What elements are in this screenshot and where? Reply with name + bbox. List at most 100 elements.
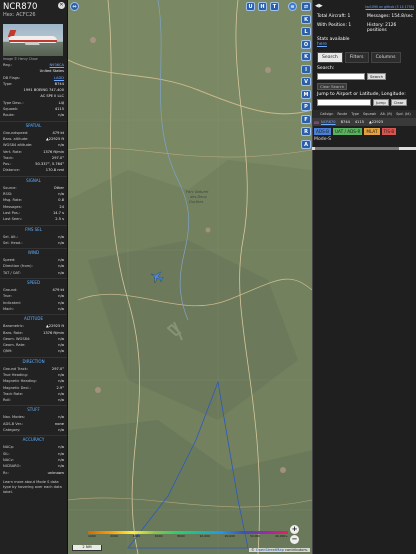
selected-callsign: NCR870 <box>3 2 38 12</box>
altitude-tick: 30,000 <box>249 534 261 538</box>
strip-button-0[interactable]: ⇄ <box>301 2 311 11</box>
section-3-row-2-value: n/a <box>58 270 64 275</box>
panel-toggle-arrows-icon[interactable]: ◀▶ <box>315 3 323 9</box>
legend-badge-3: TIS-B <box>381 128 397 135</box>
stats-link[interactable]: here <box>317 42 415 47</box>
table-row[interactable]: NCR870 B744 4115 ▲22925 <box>312 118 416 126</box>
section-title-signal: SIGNAL <box>0 175 67 185</box>
help-note: Learn more about Mode S data type by hov… <box>3 479 62 494</box>
section-title-speed: SPEED <box>0 278 67 287</box>
row-callsign[interactable]: NCR870 <box>321 118 336 126</box>
close-icon[interactable]: ✕ <box>58 2 65 9</box>
row-squawk: 4115 <box>354 120 365 124</box>
version-link[interactable]: tar1090 on github (3 14 1755) <box>365 5 414 9</box>
table-scrollbar[interactable] <box>312 147 416 150</box>
flag-icon <box>314 120 319 124</box>
section-title-fms-sel: FMS SEL <box>0 224 67 234</box>
altitude-ticks: 1000 2000 4000 6000 8000 10,000 20,000 30,000 40… <box>88 534 288 538</box>
section-0-row-6: Distance: 170.8 nmi <box>0 167 67 173</box>
section-5-row-4-label: QNH: <box>3 349 13 354</box>
aircraft-photo[interactable] <box>3 24 63 56</box>
altitude-tick: 6000 <box>154 534 163 538</box>
altitude-tick: 40,000+ <box>274 534 288 538</box>
section-title-stuff: STUFF <box>0 405 67 414</box>
section-3-row-2: TAT / OAT: n/a <box>0 270 67 276</box>
jump-input[interactable] <box>317 99 371 106</box>
place-label-1: Parc Naturel <box>186 190 209 194</box>
section-8-row-4-value: unknown <box>47 470 64 475</box>
search-button[interactable]: Search <box>367 73 387 80</box>
aircraft-table: Callsign Route Type Squawk Alt. (ft) Spd. (kt… <box>312 110 416 126</box>
strip-button-11[interactable]: A <box>301 139 311 149</box>
legend-badge-2: MLAT <box>364 128 380 135</box>
arrows-icon[interactable]: ⇔ <box>70 2 79 11</box>
zoom-in-button[interactable]: + <box>290 525 299 534</box>
altitude-tick: 4000 <box>132 534 141 538</box>
strip-button-10[interactable]: R <box>301 127 311 136</box>
map-button-h[interactable]: H <box>258 2 267 11</box>
section-0-row-6-label: Distance: <box>3 168 20 173</box>
column-header-3[interactable]: Squawk <box>363 110 376 118</box>
strip-button-7[interactable]: M <box>301 89 311 99</box>
section-7-row-2-label: Category: <box>3 428 21 433</box>
section-0-row-6-value: 170.8 nmi <box>45 168 64 173</box>
layers-icon[interactable]: ≡ <box>288 2 297 11</box>
selected-hex: Hex: ACFC26 <box>3 12 36 18</box>
column-header-0[interactable]: Callsign <box>320 110 333 118</box>
aircraft-info-panel: NCR870 Hex: ACFC26 ✕ Image © Henry Chow … <box>0 0 68 554</box>
column-header-2[interactable]: Type <box>351 110 359 118</box>
section-2-row-1-value: n/a <box>58 240 64 245</box>
altitude-legend: 1000 2000 4000 6000 8000 10,000 20,000 30,000 40… <box>88 531 288 538</box>
osm-link[interactable]: OpenStreetMap <box>256 548 284 552</box>
strip-button-9[interactable]: F <box>301 114 311 124</box>
altitude-tick: 1000 <box>88 534 96 538</box>
section-8-row-4-label: Rc: <box>3 470 9 475</box>
clear-button[interactable]: Clear <box>390 99 407 106</box>
map-button-u[interactable]: U <box>246 2 255 11</box>
tab-columns[interactable]: Columns <box>370 52 401 63</box>
column-header-5[interactable]: Spd. (kt) <box>396 110 411 118</box>
strip-button-5[interactable]: I <box>301 64 311 74</box>
jump-label: Jump to Airport or Latitude, Longitude: <box>317 92 406 97</box>
tab-filters[interactable]: Filters <box>344 52 369 63</box>
strip-button-2[interactable]: L <box>301 27 311 36</box>
strip-button-6[interactable]: V <box>301 77 311 86</box>
search-input[interactable] <box>317 73 365 80</box>
altitude-tick: 8000 <box>177 534 185 538</box>
info-header: NCR870 Hex: ACFC26 ✕ <box>0 0 67 22</box>
map-button-strip: ⇄ K L O K I V M P F R A <box>300 0 312 554</box>
strip-button-8[interactable]: P <box>301 102 311 111</box>
zoom-out-button[interactable]: − <box>290 535 299 544</box>
map-view[interactable]: Parc Naturel des Deux Ourthes ⇔ U H T ≡ … <box>68 0 312 554</box>
info-field-3-label: Type: <box>3 81 13 86</box>
map-button-t[interactable]: T <box>270 2 279 11</box>
search-label: Search: <box>317 66 335 71</box>
tab-search[interactable]: Search <box>317 52 343 63</box>
section-2-row-1-label: Sel. Head.: <box>3 240 23 245</box>
sidebar-panel: ◀▶ tar1090 on github (3 14 1755) Total A… <box>312 0 416 554</box>
column-header-1[interactable]: Route <box>337 110 347 118</box>
column-header-4[interactable]: Alt. (ft) <box>380 110 392 118</box>
altitude-tick: 20,000 <box>224 534 236 538</box>
section-4-row-3: Mach: n/a <box>0 306 67 312</box>
strip-button-1[interactable]: K <box>301 14 311 24</box>
strip-button-4[interactable]: K <box>301 52 311 61</box>
history-count: History: 2126 positions <box>367 22 397 34</box>
source-legend: ADS-B UAT / ADS-R MLAT TIS-B <box>314 128 397 135</box>
search-section: Search: Search Clear Search Jump to Airp… <box>317 66 415 109</box>
legend-badge-0: ADS-B <box>314 128 331 135</box>
section-title-wind: WIND <box>0 248 67 257</box>
altitude-tick: 10,000 <box>199 534 210 538</box>
section-1-row-5-value: 2.5 s <box>55 217 64 222</box>
strip-button-3[interactable]: O <box>301 39 311 49</box>
table-header: Callsign Route Type Squawk Alt. (ft) Spd. (kt… <box>312 110 416 118</box>
clear-search-button[interactable]: Clear Search <box>317 83 348 90</box>
section-4-row-3-label: Mach: <box>3 306 14 311</box>
map-background <box>68 0 312 554</box>
info-field-0-label: Reg.: <box>3 63 13 67</box>
section-6-row-5: Roll: n/a <box>0 397 67 403</box>
info-field2-2-value: n/a <box>58 113 64 118</box>
aircraft-marker-icon[interactable] <box>150 270 164 284</box>
jump-button[interactable]: Jump <box>373 99 389 106</box>
altitude-tick: 2000 <box>110 534 118 538</box>
